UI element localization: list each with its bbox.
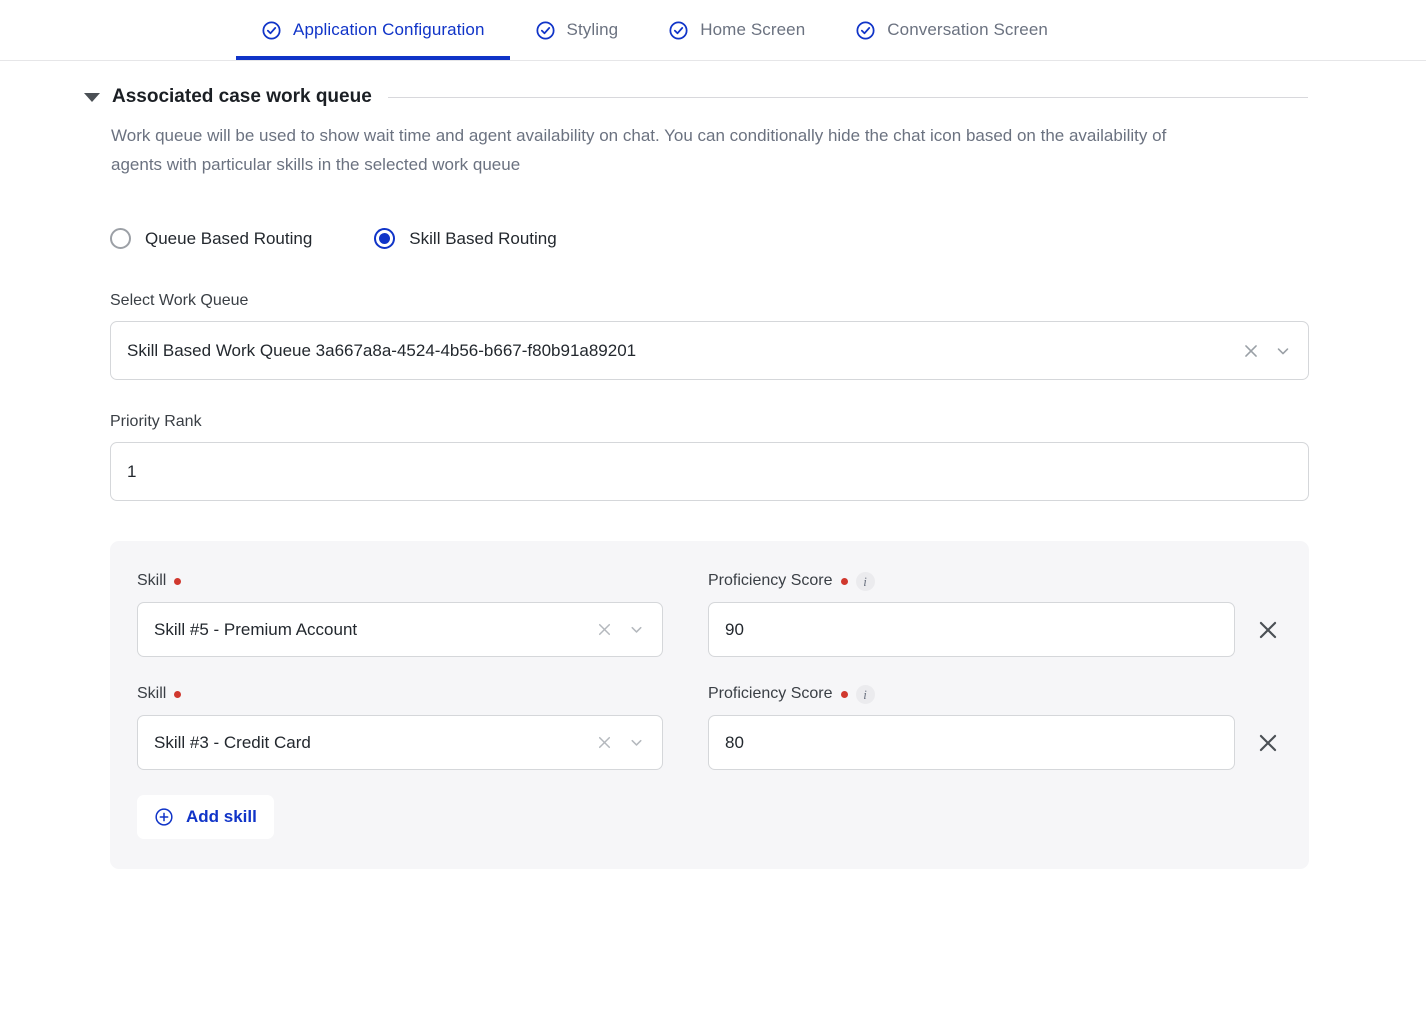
proficiency-input[interactable]: 80 (708, 715, 1235, 770)
circle-check-icon (535, 20, 556, 41)
remove-skill-button[interactable] (1255, 730, 1281, 756)
proficiency-label-wrap: Proficiency Score i (708, 571, 1235, 591)
chevron-down-icon[interactable] (628, 621, 646, 639)
skills-panel: Skill Skill #5 - Premium Account Profici… (110, 541, 1309, 869)
tab-bar: Application Configuration Styling Home S… (0, 0, 1426, 61)
info-icon[interactable]: i (855, 571, 875, 591)
required-dot-icon (840, 690, 848, 698)
required-dot-icon (840, 577, 848, 585)
add-skill-button[interactable]: Add skill (137, 795, 274, 839)
tab-label: Conversation Screen (887, 20, 1048, 39)
close-icon[interactable] (596, 621, 614, 639)
radio-skill-based-routing[interactable]: Skill Based Routing (374, 228, 557, 249)
info-icon[interactable]: i (855, 684, 875, 704)
section-description: Work queue will be used to show wait tim… (111, 126, 1167, 174)
section-title: Associated case work queue (112, 86, 372, 107)
work-queue-value: Skill Based Work Queue 3a667a8a-4524-4b5… (127, 340, 637, 360)
skill-value: Skill #5 - Premium Account (154, 619, 358, 639)
skill-value: Skill #3 - Credit Card (154, 732, 311, 752)
skill-select-icons (596, 621, 646, 639)
skill-select-icons (596, 734, 646, 752)
close-icon[interactable] (1242, 342, 1260, 360)
tab-label: Styling (566, 20, 619, 39)
skill-column: Skill Skill #3 - Credit Card (137, 684, 663, 770)
radio-mark (374, 228, 396, 249)
tab-styling[interactable]: Styling (510, 0, 644, 60)
proficiency-input[interactable]: 90 (708, 602, 1235, 657)
tab-home-screen[interactable]: Home Screen (643, 0, 830, 60)
work-queue-label: Select Work Queue (110, 292, 249, 309)
skill-select[interactable]: Skill #5 - Premium Account (137, 602, 663, 657)
proficiency-column: Proficiency Score i 80 (708, 684, 1235, 770)
delete-column (1255, 571, 1281, 643)
skill-row: Skill Skill #5 - Premium Account Profici… (137, 571, 1281, 657)
radio-mark (110, 228, 131, 249)
chevron-down-icon[interactable] (628, 734, 646, 752)
skill-label: Skill (137, 685, 167, 702)
caret-down-icon[interactable] (84, 92, 100, 102)
skill-label: Skill (137, 572, 167, 589)
section-header: Associated case work queue (0, 86, 1426, 108)
work-queue-select[interactable]: Skill Based Work Queue 3a667a8a-4524-4b5… (110, 321, 1309, 380)
proficiency-value: 80 (725, 732, 744, 752)
proficiency-value: 90 (725, 619, 744, 639)
proficiency-label: Proficiency Score (708, 685, 833, 702)
tab-label: Application Configuration (293, 20, 485, 39)
work-queue-icons (1242, 342, 1292, 360)
remove-skill-button[interactable] (1255, 617, 1281, 643)
delete-column (1255, 684, 1281, 756)
circle-check-icon (261, 20, 282, 41)
chevron-down-icon[interactable] (1274, 342, 1292, 360)
tab-label: Home Screen (700, 20, 806, 39)
proficiency-label-wrap: Proficiency Score i (708, 684, 1235, 704)
page-body: Associated case work queue Work queue wi… (0, 86, 1426, 869)
tab-application-configuration[interactable]: Application Configuration (236, 0, 510, 60)
tab-conversation-screen[interactable]: Conversation Screen (830, 0, 1073, 60)
priority-rank-label: Priority Rank (110, 413, 202, 430)
skill-column: Skill Skill #5 - Premium Account (137, 571, 663, 657)
plus-circle-icon (154, 807, 174, 827)
priority-rank-input[interactable]: 1 (110, 442, 1309, 501)
close-icon[interactable] (596, 734, 614, 752)
work-queue-field: Select Work Queue Skill Based Work Queue… (0, 292, 1426, 380)
radio-label: Skill Based Routing (409, 228, 557, 248)
routing-radio-group: Queue Based Routing Skill Based Routing (0, 228, 1426, 249)
section-divider (387, 96, 1308, 98)
radio-queue-based-routing[interactable]: Queue Based Routing (110, 228, 312, 249)
proficiency-label: Proficiency Score (708, 572, 833, 589)
skill-label-wrap: Skill (137, 571, 663, 591)
proficiency-column: Proficiency Score i 90 (708, 571, 1235, 657)
priority-rank-value: 1 (127, 461, 137, 481)
circle-check-icon (855, 20, 876, 41)
circle-check-icon (668, 20, 689, 41)
skill-row: Skill Skill #3 - Credit Card Proficiency… (137, 684, 1281, 770)
add-skill-label: Add skill (186, 807, 257, 826)
required-dot-icon (174, 577, 182, 585)
radio-label: Queue Based Routing (145, 228, 313, 248)
priority-rank-field: Priority Rank 1 (0, 413, 1426, 501)
required-dot-icon (174, 690, 182, 698)
skill-label-wrap: Skill (137, 684, 663, 704)
skill-select[interactable]: Skill #3 - Credit Card (137, 715, 663, 770)
